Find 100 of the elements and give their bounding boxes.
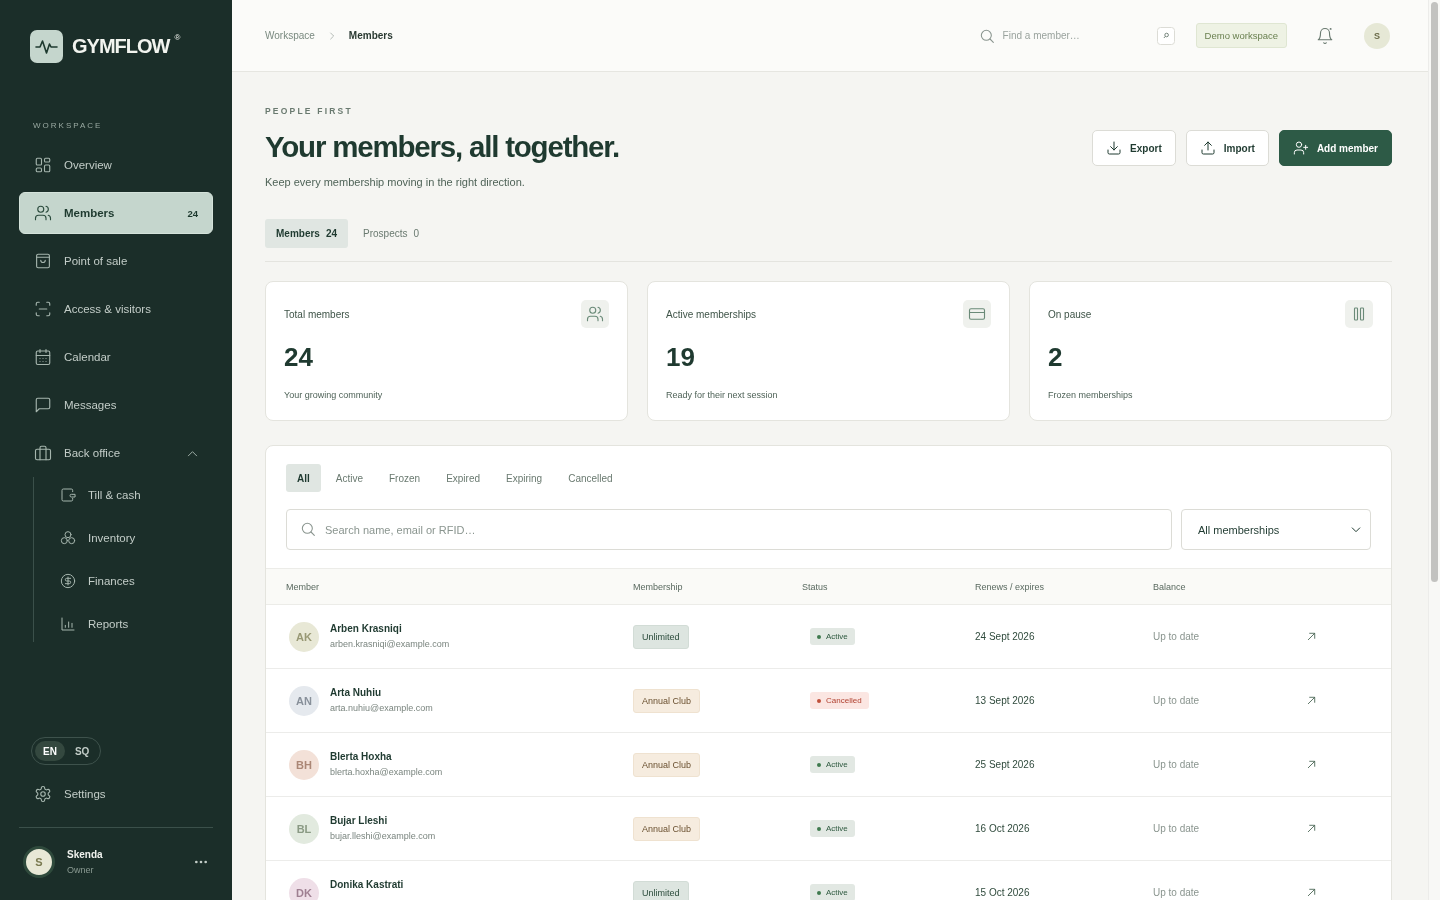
membership-badge: Annual Club (633, 688, 701, 713)
member-email: arta.nuhiu@example.com (330, 703, 433, 713)
balance-status: Up to date (1153, 695, 1200, 706)
membership-badge: Unlimited (633, 624, 689, 649)
search-field[interactable]: Find a member… (1002, 30, 1149, 41)
member-avatar: DK (289, 877, 319, 900)
balance-status: Up to date (1153, 631, 1200, 642)
workspace-badge: Demo workspace (1195, 23, 1287, 48)
column-header: Renews / expires (975, 581, 1046, 592)
wallet-icon (60, 487, 76, 503)
renewal-date: 15 Oct 2026 (975, 887, 1030, 898)
eyebrow-label: PEOPLE FIRST (265, 106, 354, 117)
arrow-up-right-icon[interactable] (1306, 823, 1317, 834)
user-avatar[interactable]: S (1364, 22, 1390, 49)
member-name[interactable]: Arben Krasniqi (330, 623, 450, 634)
search-icon (978, 27, 995, 44)
column-header: Status (802, 581, 829, 592)
stat-caption: Ready for their next session (666, 390, 779, 400)
filter-tab[interactable]: Expired (435, 464, 492, 492)
member-email: blerta.hoxha@example.com (330, 767, 443, 777)
filter-tab[interactable]: Active (324, 464, 374, 492)
filter-tab[interactable]: Expiring (495, 464, 554, 492)
credit-card-icon (963, 300, 991, 328)
nav-item[interactable]: Calendar (19, 336, 213, 378)
view-tab[interactable]: Members 24 (265, 219, 349, 248)
stat-label: Active memberships (666, 308, 757, 320)
renewal-date: 16 Oct 2026 (975, 823, 1030, 834)
stat-caption: Your growing community (284, 390, 384, 400)
membership-badge: Annual Club (633, 816, 701, 841)
member-search-field[interactable]: Search name, email or RFID… (286, 509, 1172, 550)
filter-tab[interactable]: Cancelled (557, 464, 624, 492)
arrow-up-right-icon[interactable] (1306, 759, 1317, 770)
nav-item[interactable]: Members 24 (19, 192, 213, 234)
section-label: WORKSPACE (32, 121, 104, 131)
scrollbar-thumb[interactable] (1431, 2, 1438, 582)
column-header: Member (286, 581, 320, 592)
membership-badge: Unlimited (633, 880, 689, 900)
user-name: Skenda (67, 849, 103, 860)
action-button[interactable]: Import (1185, 130, 1269, 166)
language-option[interactable]: EN (35, 741, 65, 761)
breadcrumb-current: Members (348, 30, 393, 41)
page-title: Your members, all together. (265, 130, 619, 164)
bar-chart-icon (60, 616, 76, 632)
nav-item[interactable]: Point of sale (19, 240, 213, 282)
shortcut-key-icon (1156, 26, 1175, 45)
arrow-up-right-icon[interactable] (1306, 887, 1317, 898)
balance-status: Up to date (1153, 887, 1200, 898)
renewal-date: 24 Sept 2026 (975, 631, 1035, 642)
nav-item[interactable]: Messages (19, 384, 213, 426)
arrow-up-right-icon[interactable] (1306, 695, 1317, 706)
member-name[interactable]: Blerta Hoxha (330, 751, 443, 762)
nav-item[interactable]: Access & visitors (19, 288, 213, 330)
member-avatar: BH (289, 749, 319, 780)
breadcrumb-link[interactable]: Workspace (265, 30, 315, 41)
logo-wordmark: GYMFLOW (72, 35, 170, 58)
briefcase-icon (34, 444, 52, 462)
nav-item[interactable]: Back office (19, 432, 213, 474)
member-name[interactable]: Arta Nuhiu (330, 687, 433, 698)
nav-item[interactable]: Till & cash (60, 477, 213, 513)
pulse-logo-icon (30, 30, 63, 63)
status-dot-icon (817, 826, 821, 831)
status-label: Active (826, 760, 848, 769)
column-header: Membership (633, 581, 684, 592)
scan-icon (34, 300, 52, 318)
more-icon[interactable] (194, 860, 208, 864)
stat-value: 24 (284, 343, 314, 371)
bell-icon[interactable] (1316, 26, 1334, 45)
member-name[interactable]: Bujar Lleshi (330, 815, 436, 826)
people-icon (581, 300, 609, 328)
member-name[interactable]: Donika Kastrati (330, 879, 404, 890)
settings-link[interactable]: Settings (19, 773, 213, 815)
status-label: Active (826, 888, 848, 897)
balance-status: Up to date (1153, 759, 1200, 770)
add-member-button[interactable]: Add member (1278, 130, 1392, 166)
renewal-date: 25 Sept 2026 (975, 759, 1035, 770)
nav-item[interactable]: Reports (60, 606, 213, 642)
user-role: Owner (67, 865, 95, 875)
grid-icon (34, 156, 52, 174)
view-tab[interactable]: Prospects 0 (352, 219, 431, 248)
filter-tab[interactable]: All (286, 464, 321, 492)
membership-select[interactable]: All memberships (1181, 509, 1371, 550)
chevron-down-icon (1351, 524, 1361, 535)
nav-item[interactable]: Overview (19, 144, 213, 186)
user-avatar[interactable]: S (23, 846, 55, 878)
member-avatar: AK (289, 621, 319, 652)
nav-item[interactable]: Inventory (60, 520, 213, 556)
pause-icon (1345, 300, 1373, 328)
settings-icon (34, 785, 52, 803)
balance-status: Up to date (1153, 823, 1200, 834)
membership-badge: Annual Club (633, 752, 701, 777)
action-button[interactable]: Export (1092, 130, 1176, 166)
nav-item[interactable]: Finances (60, 563, 213, 599)
people-icon (34, 204, 52, 222)
member-email: bujar.lleshi@example.com (330, 831, 436, 841)
stat-value: 2 (1048, 343, 1064, 371)
filter-tab[interactable]: Frozen (378, 464, 432, 492)
language-option[interactable]: SQ (66, 741, 98, 761)
download-icon (1106, 140, 1123, 156)
arrow-up-right-icon[interactable] (1306, 631, 1317, 642)
stat-label: On pause (1048, 308, 1092, 320)
